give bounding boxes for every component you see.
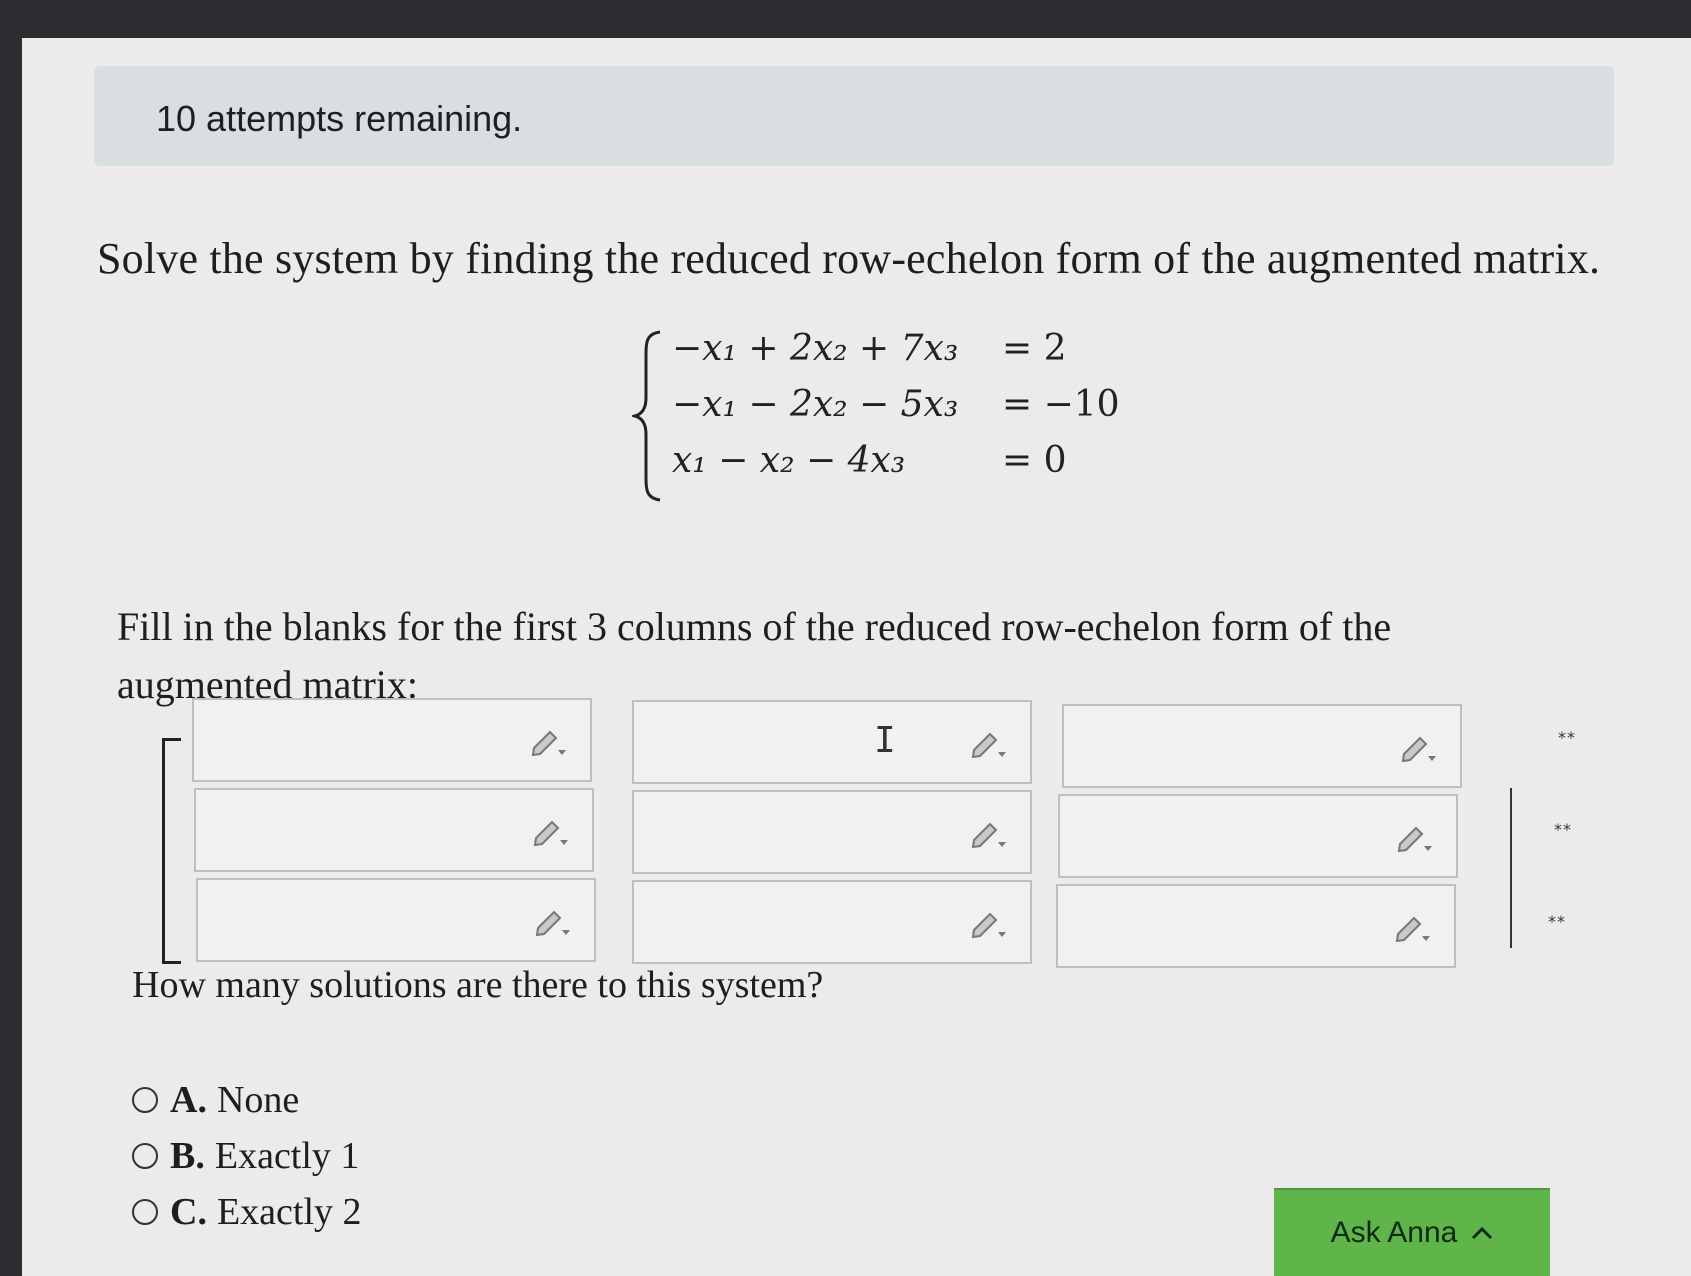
choice-label: Exactly 2 xyxy=(216,1191,362,1233)
choice-letter: B. xyxy=(170,1135,205,1177)
matrix-cell-r3c3[interactable] xyxy=(1056,884,1456,968)
equation-2-lhs: −x₁ − 2x₂ − 5x₃ xyxy=(672,384,959,425)
question-prompt: Solve the system by finding the reduced … xyxy=(97,234,1601,283)
radio-button[interactable] xyxy=(132,1087,158,1113)
matrix-cell-r2c2[interactable] xyxy=(632,790,1032,874)
pencil-icon[interactable] xyxy=(532,814,572,848)
matrix-cell-r3c2[interactable] xyxy=(632,880,1032,964)
fill-instructions: Fill in the blanks for the first 3 colum… xyxy=(117,604,1392,707)
pencil-icon[interactable] xyxy=(970,726,1010,760)
choice-letter: A. xyxy=(170,1079,207,1121)
chevron-up-icon xyxy=(1472,1226,1493,1240)
ask-anna-label: Ask Anna xyxy=(1330,1216,1458,1249)
equation-1-lhs: −x₁ + 2x₂ + 7x₃ xyxy=(672,328,959,369)
choice-letter: C. xyxy=(170,1191,207,1233)
pencil-icon[interactable] xyxy=(1400,730,1440,764)
pencil-icon[interactable] xyxy=(970,906,1010,940)
matrix-cell-r3c1[interactable] xyxy=(196,878,596,962)
matrix-left-bracket xyxy=(162,738,181,964)
left-brace xyxy=(632,330,661,502)
pencil-icon[interactable] xyxy=(530,724,570,758)
choice-label: Exactly 1 xyxy=(214,1135,360,1177)
choice-c[interactable]: C. Exactly 2 xyxy=(132,1190,362,1234)
choice-a[interactable]: A. None xyxy=(132,1078,299,1122)
augmented-value-1: ** xyxy=(1558,728,1576,747)
matrix-cell-r2c3[interactable] xyxy=(1058,794,1458,878)
matrix-cell-r1c2[interactable]: I xyxy=(632,700,1032,784)
choice-b[interactable]: B. Exactly 1 xyxy=(132,1134,359,1178)
equation-3-lhs: x₁ − x₂ − 4x₃ xyxy=(672,440,906,481)
ask-anna-button[interactable]: Ask Anna xyxy=(1274,1188,1550,1276)
augmented-value-2: ** xyxy=(1554,820,1572,839)
rref-matrix: I ** ** ** xyxy=(152,698,1575,998)
screen: 10 attempts remaining. Solve the system … xyxy=(22,38,1691,1276)
pencil-icon[interactable] xyxy=(970,816,1010,850)
augmented-divider xyxy=(1510,788,1512,948)
attempts-text: 10 attempts remaining. xyxy=(156,98,523,139)
augmented-value-3: ** xyxy=(1548,912,1566,931)
pencil-icon[interactable] xyxy=(534,904,574,938)
matrix-cell-r1c1[interactable] xyxy=(192,698,592,782)
equation-system: −x₁ + 2x₂ + 7x₃ = 2 −x₁ − 2x₂ − 5x₃ = −1… xyxy=(632,328,1120,518)
matrix-cell-r2c1[interactable] xyxy=(194,788,594,872)
choice-label: None xyxy=(216,1079,300,1121)
pencil-icon[interactable] xyxy=(1396,820,1436,854)
equation-2-rhs: = −10 xyxy=(1002,384,1120,425)
attempts-banner: 10 attempts remaining. xyxy=(94,66,1614,166)
equation-1-rhs: = 2 xyxy=(1002,328,1067,369)
radio-button[interactable] xyxy=(132,1143,158,1169)
text-cursor-icon: I xyxy=(874,720,896,761)
matrix-cell-r1c3[interactable] xyxy=(1062,704,1462,788)
solutions-question: How many solutions are there to this sys… xyxy=(132,964,824,1006)
radio-button[interactable] xyxy=(132,1199,158,1225)
pencil-icon[interactable] xyxy=(1394,910,1434,944)
equation-3-rhs: = 0 xyxy=(1002,440,1067,481)
